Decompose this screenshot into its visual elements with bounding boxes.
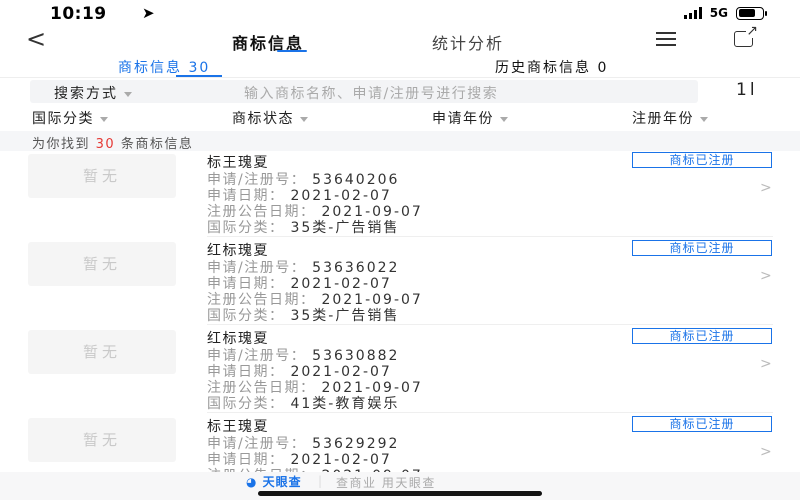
count-number: 30 xyxy=(95,137,116,152)
chevron-down-icon xyxy=(700,116,708,122)
brand-slogan: 查商业 用天眼查 xyxy=(336,476,436,490)
list-item[interactable]: 暂无 红标瑰夏 商标已注册 申请/注册号： 53636022 申请日期： 202… xyxy=(0,240,800,326)
status-indicators: 5G xyxy=(683,6,767,20)
chevron-right-icon: > xyxy=(760,180,772,196)
search-row: 搜索方式 输入商标名称、申请/注册号进行搜索 1l xyxy=(0,80,800,104)
intl-class-line: 国际分类： 41类-教育娱乐 xyxy=(207,393,399,413)
filter-bar: 国际分类 商标状态 申请年份 注册年份 xyxy=(0,108,800,128)
intl-class-value: 35类-广告销售 xyxy=(290,308,400,324)
sub-tabs: 商标信息 30 历史商标信息 0 xyxy=(0,54,800,78)
filter-status[interactable]: 商标状态 xyxy=(232,108,308,128)
chevron-right-icon: > xyxy=(760,268,772,284)
chevron-right-icon: > xyxy=(760,444,772,460)
location-arrow-icon: ➤ xyxy=(142,4,155,22)
list-item[interactable]: 暂无 标王瑰夏 商标已注册 申请/注册号： 53629292 申请日期： 202… xyxy=(0,416,800,472)
subtab-current-trademarks[interactable]: 商标信息 30 xyxy=(118,57,210,77)
intl-class-label: 国际分类： xyxy=(207,396,285,412)
status-badge: 商标已注册 xyxy=(632,328,772,344)
intl-class-label: 国际分类： xyxy=(207,308,285,324)
filter-intl-class[interactable]: 国际分类 xyxy=(32,108,108,128)
intl-class-value: 41类-教育娱乐 xyxy=(290,396,400,412)
search-method-label: 搜索方式 xyxy=(54,86,118,102)
intl-class-value: 35类-广告销售 xyxy=(290,220,400,236)
filter-register-year[interactable]: 注册年份 xyxy=(632,108,708,128)
divider xyxy=(207,412,773,413)
divider xyxy=(207,236,773,237)
bottom-brand-bar: ◕ 天眼查 | 查商业 用天眼查 xyxy=(0,472,800,500)
battery-icon xyxy=(736,6,767,20)
subtab-history-trademarks[interactable]: 历史商标信息 0 xyxy=(495,57,608,77)
brand-logo: ◕ 天眼查 xyxy=(246,475,302,489)
status-time: 10:19 xyxy=(50,4,107,24)
result-count: 为你找到 30 条商标信息 xyxy=(32,133,193,152)
filter-label: 注册年份 xyxy=(632,111,694,127)
count-prefix: 为你找到 xyxy=(32,137,91,152)
filter-label: 申请年份 xyxy=(432,111,494,127)
intl-class-line: 国际分类： 35类-广告销售 xyxy=(207,217,399,237)
chevron-down-icon xyxy=(124,91,132,97)
brand-separator: | xyxy=(318,474,323,488)
status-bar: 10:19 ➤ 5G xyxy=(0,0,800,28)
search-box: 搜索方式 输入商标名称、申请/注册号进行搜索 xyxy=(30,80,698,103)
trademark-image-placeholder: 暂无 xyxy=(28,418,176,462)
trademark-image-placeholder: 暂无 xyxy=(28,330,176,374)
result-count-bar: 为你找到 30 条商标信息 xyxy=(0,131,800,152)
divider xyxy=(207,324,773,325)
tab-statistics[interactable]: 统计分析 xyxy=(432,30,504,54)
status-badge: 商标已注册 xyxy=(632,416,772,432)
list-item[interactable]: 暂无 红标瑰夏 商标已注册 申请/注册号： 53630882 申请日期： 202… xyxy=(0,328,800,414)
back-button[interactable]: < xyxy=(26,24,46,54)
list-item[interactable]: 暂无 标王瑰夏 商标已注册 申请/注册号： 53640206 申请日期： 202… xyxy=(0,152,800,238)
intl-class-label: 国际分类： xyxy=(207,220,285,236)
signal-icon xyxy=(683,7,702,19)
brand-name: 天眼查 xyxy=(262,475,302,489)
chevron-down-icon xyxy=(300,116,308,122)
count-suffix: 条商标信息 xyxy=(120,137,194,152)
chevron-down-icon xyxy=(500,116,508,122)
subtab-indicator xyxy=(176,75,222,77)
status-badge: 商标已注册 xyxy=(632,152,772,168)
filter-label: 国际分类 xyxy=(32,111,94,127)
intl-class-line: 国际分类： 35类-广告销售 xyxy=(207,305,399,325)
filter-label: 商标状态 xyxy=(232,111,294,127)
status-badge: 商标已注册 xyxy=(632,240,772,256)
active-tab-indicator xyxy=(277,50,307,52)
trademark-image-placeholder: 暂无 xyxy=(28,154,176,198)
chevron-down-icon xyxy=(100,116,108,122)
trademark-image-placeholder: 暂无 xyxy=(28,242,176,286)
trademark-list: 暂无 标王瑰夏 商标已注册 申请/注册号： 53640206 申请日期： 202… xyxy=(0,152,800,472)
network-type: 5G xyxy=(709,6,728,20)
share-icon[interactable] xyxy=(734,24,758,47)
navigation-bar: < 商标信息 统计分析 xyxy=(0,24,800,54)
chevron-right-icon: > xyxy=(760,356,772,372)
search-input[interactable]: 输入商标名称、申请/注册号进行搜索 xyxy=(244,83,498,103)
pub-date-line: 注册公告日期： 2021-09-07 xyxy=(207,465,423,472)
home-indicator[interactable] xyxy=(258,491,542,496)
menu-icon[interactable] xyxy=(656,32,676,46)
search-method-select[interactable]: 搜索方式 xyxy=(54,83,132,103)
sort-icon[interactable]: 1l xyxy=(736,80,758,100)
filter-apply-year[interactable]: 申请年份 xyxy=(432,108,508,128)
